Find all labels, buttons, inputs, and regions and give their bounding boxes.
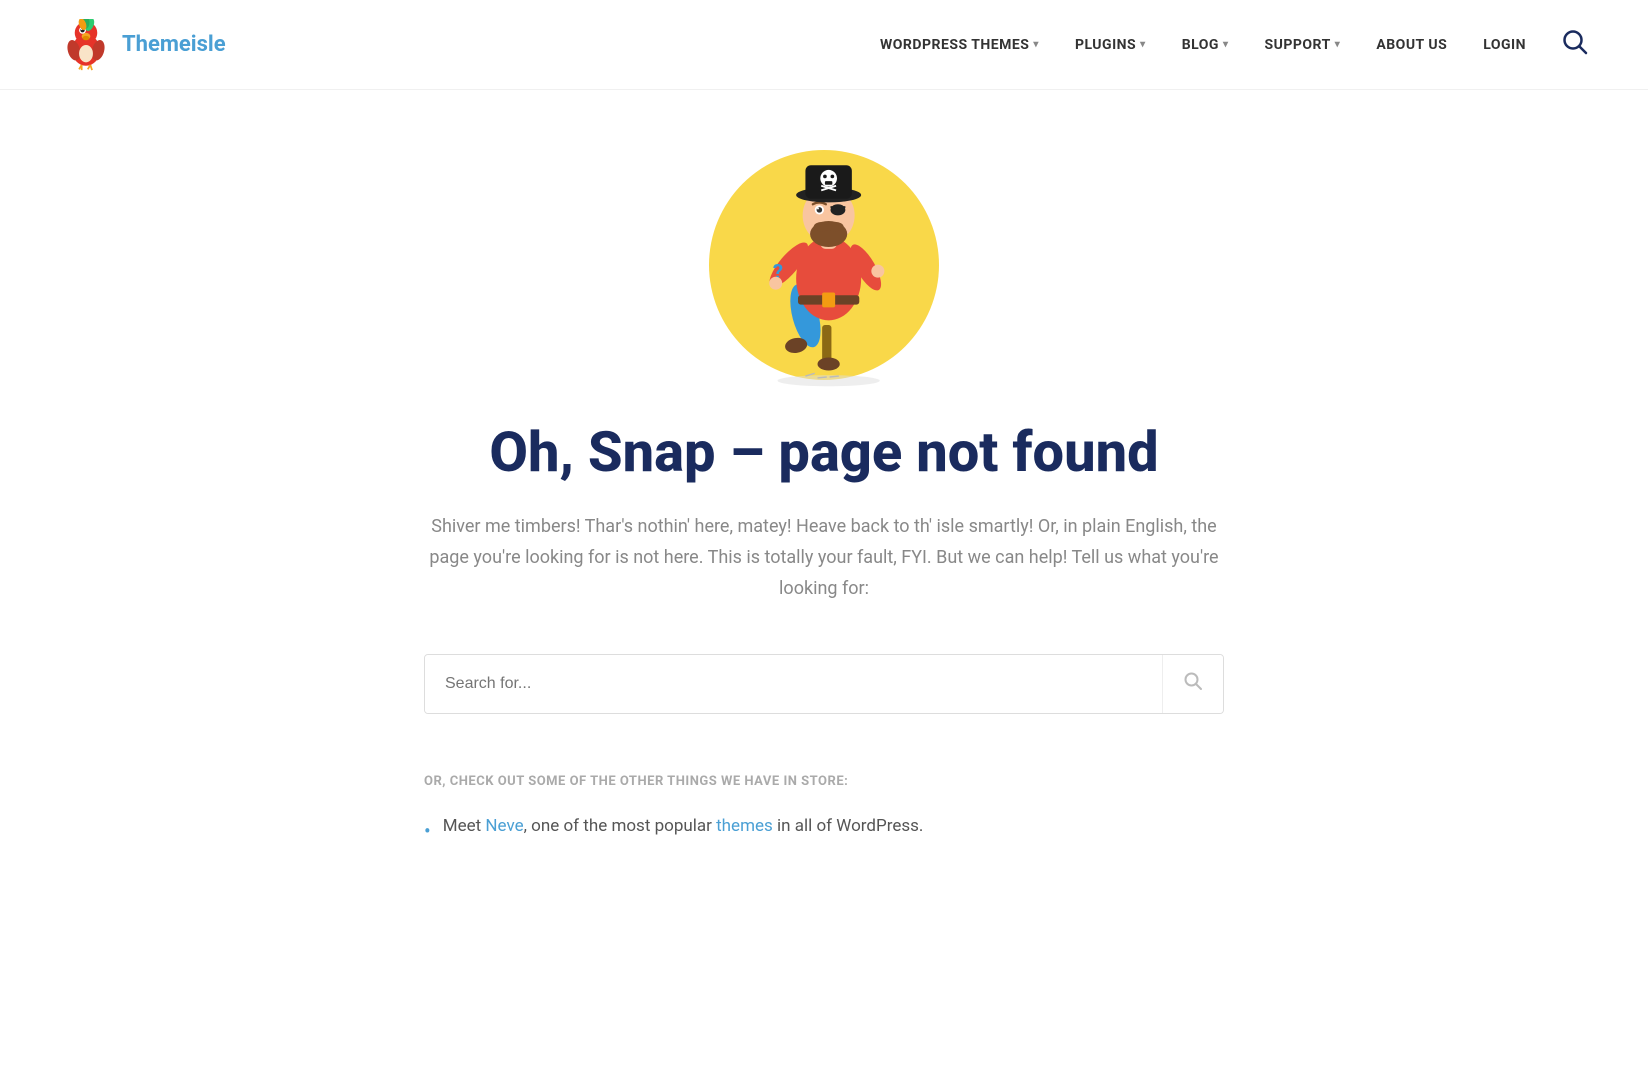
neve-link[interactable]: Neve <box>485 816 523 836</box>
chevron-down-icon: ▾ <box>1140 39 1146 50</box>
search-icon[interactable] <box>1562 29 1588 61</box>
error-heading: Oh, Snap – page not found <box>489 420 1158 484</box>
error-subtext: Shiver me timbers! Thar's nothin' here, … <box>429 512 1219 604</box>
search-button[interactable] <box>1162 655 1223 713</box>
main-content: ? <box>0 90 1648 927</box>
nav-blog[interactable]: BLOG ▾ <box>1182 37 1229 53</box>
logo-text: Themeisle <box>122 32 226 57</box>
pirate-svg: ? <box>714 130 934 390</box>
chevron-down-icon: ▾ <box>1335 39 1341 50</box>
bullet-dot-icon: • <box>424 815 431 847</box>
search-input[interactable] <box>425 655 1162 713</box>
pirate-illustration: ? <box>674 130 974 390</box>
nav-support[interactable]: SUPPORT ▾ <box>1265 37 1341 53</box>
logo-link[interactable]: Themeisle <box>60 19 226 71</box>
suggestions-section: OR, CHECK OUT SOME OF THE OTHER THINGS W… <box>424 774 1224 847</box>
main-nav: WORDPRESS THEMES ▾ PLUGINS ▾ BLOG ▾ SUPP… <box>880 29 1588 61</box>
site-header: Themeisle WORDPRESS THEMES ▾ PLUGINS ▾ B… <box>0 0 1648 90</box>
list-item: • Meet Neve, one of the most popular the… <box>424 813 1224 847</box>
chevron-down-icon: ▾ <box>1223 39 1229 50</box>
nav-wordpress-themes[interactable]: WORDPRESS THEMES ▾ <box>880 37 1039 53</box>
themes-link[interactable]: themes <box>716 816 773 836</box>
nav-about-us[interactable]: ABOUT US <box>1376 37 1447 53</box>
bottom-label: OR, CHECK OUT SOME OF THE OTHER THINGS W… <box>424 774 1224 789</box>
nav-login[interactable]: LOGIN <box>1483 37 1526 53</box>
bullet-text: Meet Neve, one of the most popular theme… <box>443 813 924 840</box>
logo-parrot-icon <box>60 19 112 71</box>
search-bar <box>424 654 1224 714</box>
chevron-down-icon: ▾ <box>1033 39 1039 50</box>
search-icon <box>1183 671 1203 691</box>
nav-plugins[interactable]: PLUGINS ▾ <box>1075 37 1146 53</box>
